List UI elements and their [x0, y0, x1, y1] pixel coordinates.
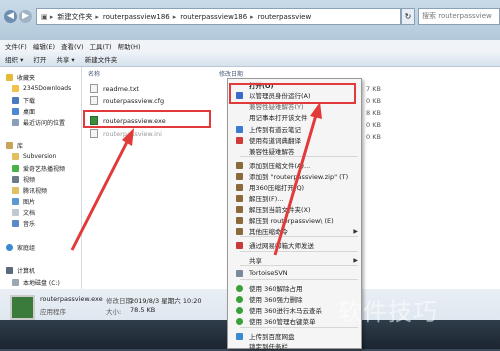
- watermark-text: 软件技巧: [338, 298, 438, 326]
- arrow-to-menu: [273, 102, 322, 256]
- arrow-to-file: [70, 128, 134, 251]
